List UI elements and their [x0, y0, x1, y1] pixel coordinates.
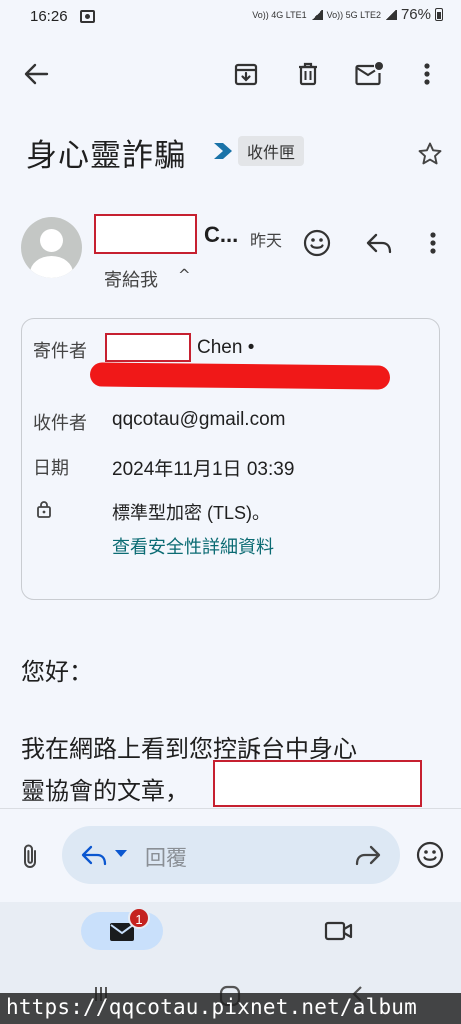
trash-icon[interactable] [290, 58, 326, 90]
signal-icon [310, 9, 323, 20]
status-time: 16:26 [30, 8, 68, 25]
reply-icon[interactable] [362, 228, 396, 258]
more-vert-icon[interactable] [412, 58, 442, 90]
mark-unread-icon[interactable] [350, 58, 388, 90]
star-icon[interactable] [414, 138, 446, 170]
archive-icon[interactable] [228, 58, 264, 90]
lte1-indicator: Vo)) 4G LTE1 [252, 9, 307, 20]
from-label: 寄件者 [33, 341, 87, 362]
reply-icon[interactable] [80, 842, 108, 868]
chevron-down-icon[interactable] [115, 850, 127, 857]
date-label: 日期 [33, 458, 69, 479]
label-arrow-icon [212, 142, 234, 160]
signal-icon [384, 9, 397, 20]
redaction-box [105, 333, 191, 362]
battery-percent: 76% [400, 6, 431, 23]
emoji-icon[interactable] [415, 840, 445, 870]
sender-name[interactable]: C... [204, 222, 238, 248]
redaction-scribble [89, 362, 391, 390]
email-subject: 身心靈詐騙 [26, 138, 186, 174]
status-indicators: Vo)) 4G LTE1 Vo)) 5G LTE2 76% [252, 6, 443, 23]
inbox-label-chip[interactable]: 收件匣 [238, 136, 305, 166]
video-icon[interactable] [324, 920, 354, 942]
status-bar: 16:26 Vo)) 4G LTE1 Vo)) 5G LTE2 76% [0, 0, 461, 36]
gallery-notification-icon [80, 10, 95, 23]
emoji-icon[interactable] [300, 226, 334, 260]
body-greeting: 您好： [21, 658, 93, 686]
forward-icon[interactable] [354, 842, 382, 868]
more-vert-icon[interactable] [420, 228, 446, 258]
attach-icon[interactable] [16, 842, 44, 872]
reply-placeholder[interactable]: 回覆 [145, 842, 187, 872]
lte2-indicator: Vo)) 5G LTE2 [326, 9, 381, 20]
avatar-icon[interactable] [21, 217, 82, 278]
chevron-up-icon[interactable]: ^ [178, 266, 191, 284]
redaction-box [213, 760, 422, 807]
security-details-link[interactable]: 查看安全性詳細資料 [112, 533, 274, 559]
redaction-box [94, 214, 197, 254]
back-arrow-icon[interactable] [18, 58, 54, 90]
date-value: 2024年11月1日 03:39 [112, 459, 295, 480]
from-value: Chen • [197, 337, 255, 358]
battery-icon [435, 8, 443, 21]
lock-icon [36, 500, 52, 518]
unread-badge: 1 [128, 907, 150, 929]
to-label: 收件者 [33, 413, 87, 434]
divider [0, 808, 461, 809]
recipient-summary[interactable]: 寄給我 [104, 266, 158, 292]
reply-compose-bar[interactable] [62, 826, 400, 884]
watermark-text: https://qqcotau.pixnet.net/album [6, 995, 417, 1019]
sender-time: 昨天 [250, 231, 283, 250]
to-value: qqcotau@gmail.com [112, 409, 286, 430]
bottom-navigation [0, 902, 461, 992]
security-value: 標準型加密 (TLS)。 [112, 503, 271, 523]
